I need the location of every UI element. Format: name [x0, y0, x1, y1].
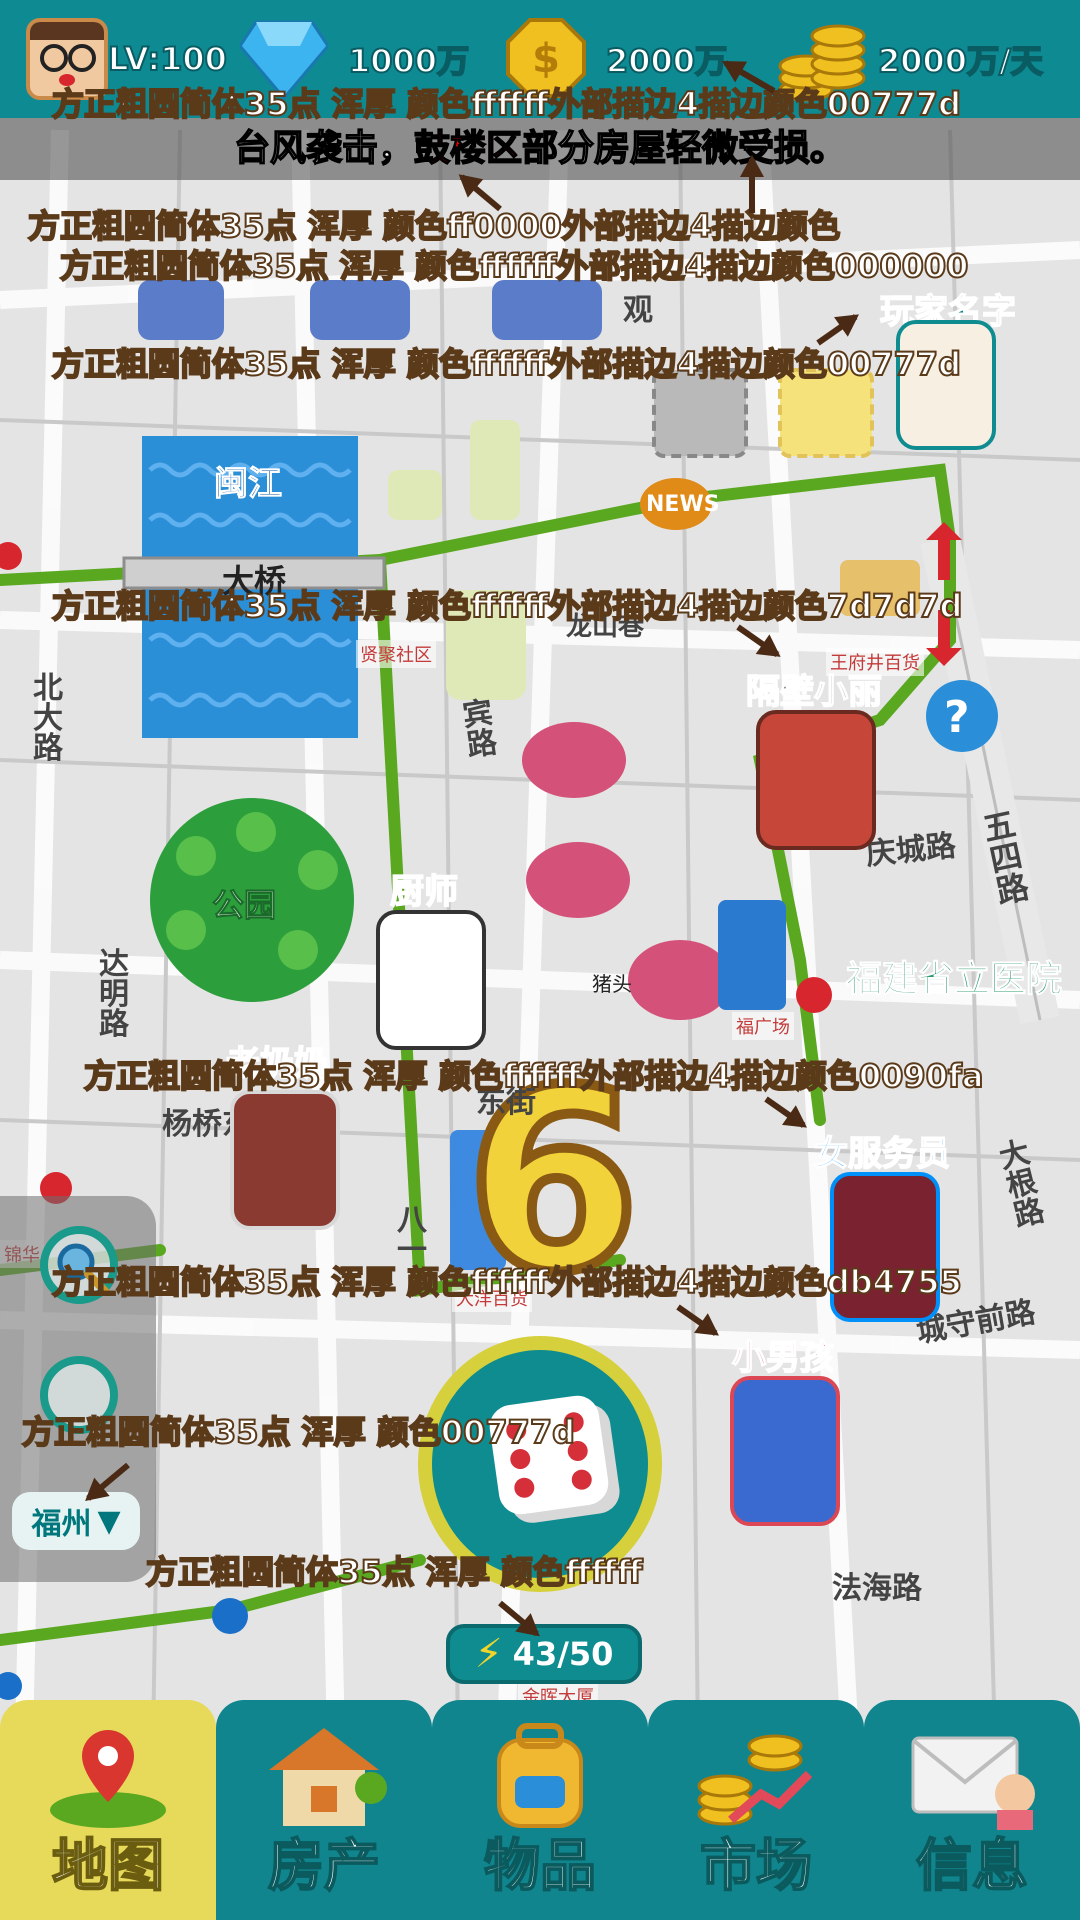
energy-meter: ⚡ 43/50	[446, 1624, 642, 1684]
poi-hospital: 福建省立医院	[845, 959, 1063, 1001]
waitress-name: 女服务员	[813, 1133, 951, 1175]
road-label-guan: 观	[623, 293, 653, 328]
boy-character[interactable]	[730, 1376, 840, 1526]
tab-items[interactable]: 物品	[432, 1700, 648, 1920]
ticker-suffix: 部分房屋轻微受损。	[521, 127, 847, 170]
chef-name: 厨师	[389, 871, 459, 913]
road-label-fahai: 法海路	[832, 1571, 922, 1606]
tab-messages[interactable]: 信息	[864, 1700, 1080, 1920]
level-value: LV:100	[107, 39, 228, 79]
road-label-beida: 北大路	[33, 671, 63, 766]
road-label-dada: 达明路	[99, 947, 129, 1042]
house-icon	[269, 1728, 387, 1826]
annotation-arrow	[749, 159, 755, 213]
park-label: 公园	[211, 886, 277, 925]
annotation-note: 方正粗圆简体35点 浑厚 颜色ff0000外部描边4描边颜色	[27, 207, 841, 245]
news-ticker[interactable]: 台风袭击，鼓楼区部分房屋轻微受损。	[0, 118, 1080, 180]
neighbor-name: 隔壁小丽	[745, 671, 883, 713]
ticker-prefix: 台风袭击，	[233, 127, 415, 170]
road-label-bawu: 八一	[397, 1203, 427, 1268]
boy-name: 小男孩	[731, 1337, 835, 1379]
tab-map-label: 地图	[51, 1833, 165, 1900]
annotation-note: 方正粗圆简体35点 浑厚 颜色ffffff	[145, 1553, 644, 1591]
chef-character[interactable]	[376, 910, 486, 1050]
river-label: 闽江	[214, 464, 283, 505]
tab-messages-label: 信息	[915, 1833, 1029, 1900]
dice-icon	[486, 1392, 612, 1518]
lightning-icon: ⚡	[474, 1631, 503, 1677]
ticker-highlight: 鼓楼区	[413, 127, 523, 170]
grandma-character[interactable]	[230, 1090, 340, 1230]
gem-value: 1000万	[347, 41, 470, 81]
poi-zhutou: 猪头	[592, 972, 632, 996]
annotation-note: 方正粗圆简体35点 浑厚 颜色00777d	[21, 1413, 576, 1451]
annotation-note: 方正粗圆简体35点 浑厚 颜色ffffff外部描边4描边颜色00777d	[51, 345, 962, 383]
annotation-note: 方正粗圆简体35点 浑厚 颜色ffffff外部描边4描边颜色000000	[59, 247, 969, 285]
chevron-down-icon: ▼	[97, 1503, 121, 1539]
backpack-icon	[497, 1723, 583, 1828]
svg-text:$: $	[532, 36, 560, 82]
tab-market[interactable]: 市场	[648, 1700, 864, 1920]
news-badge[interactable]: NEWS	[646, 492, 720, 517]
annotation-note: 方正粗圆简体35点 浑厚 颜色ffffff外部描边4描边颜色0090fa	[83, 1057, 984, 1095]
envelope-icon	[911, 1736, 1035, 1830]
city-name: 福州	[31, 1507, 92, 1542]
city-selector[interactable]: 福州 ▼	[12, 1492, 140, 1550]
coins-chart-icon	[697, 1734, 813, 1826]
neighbor-character[interactable]	[756, 710, 876, 850]
tab-map[interactable]: 地图	[0, 1700, 216, 1920]
tab-market-label: 市场	[699, 1833, 813, 1900]
map-pin-icon	[50, 1730, 166, 1828]
tab-property-label: 房产	[267, 1833, 381, 1900]
player-character[interactable]	[896, 320, 996, 450]
poi-xianju: 贤聚社区	[356, 640, 436, 668]
annotation-note: 方正粗圆简体35点 浑厚 颜色ffffff外部描边4描边颜色db4755	[51, 1263, 963, 1301]
coin-value: 2000万	[605, 41, 728, 81]
poi-dafu: 福广场	[732, 1012, 794, 1040]
tab-items-label: 物品	[483, 1833, 597, 1900]
question-icon[interactable]: ?	[944, 692, 970, 743]
annotation-note: 方正粗圆简体35点 浑厚 颜色ffffff外部描边4描边颜色00777d	[51, 85, 962, 123]
bottom-nav: 地图 房产 物品 市场 信息	[0, 1700, 1080, 1920]
annotation-note: 方正粗圆简体35点 浑厚 颜色ffffff外部描边4描边颜色7d7d7d	[51, 587, 963, 625]
income-value: 2000万/天	[877, 41, 1044, 81]
tab-property[interactable]: 房产	[216, 1700, 432, 1920]
